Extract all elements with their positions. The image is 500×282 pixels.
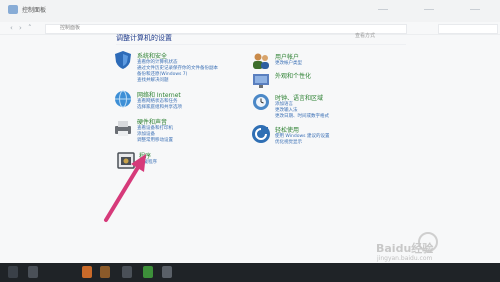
link-system-3[interactable]: 查找并解决问题 xyxy=(137,77,169,83)
taskbar-app-icon-3[interactable] xyxy=(122,266,132,278)
shield-icon xyxy=(115,51,131,69)
watermark-url: jingyan.baidu.com xyxy=(377,255,433,262)
maximize-button[interactable] xyxy=(406,2,452,18)
view-by-selector[interactable]: 查看方式 xyxy=(355,32,375,39)
clock-globe-icon xyxy=(253,94,269,110)
close-button[interactable] xyxy=(452,2,498,18)
control-panel-app-icon xyxy=(8,5,18,14)
address-bar[interactable] xyxy=(45,24,407,34)
link-accounts-0[interactable]: 更改帐户类型 xyxy=(275,60,302,66)
taskbar-search-icon[interactable] xyxy=(28,266,38,278)
users-icon xyxy=(253,53,269,69)
printer-icon xyxy=(115,121,131,136)
link-hardware-2[interactable]: 调整常用移动设置 xyxy=(137,137,173,143)
link-ease-1[interactable]: 优化视觉显示 xyxy=(275,139,302,145)
taskbar xyxy=(0,263,500,282)
nav-arrows-icon[interactable]: ‹ › ˄ xyxy=(10,24,34,32)
category-appearance[interactable] xyxy=(251,70,271,94)
taskbar-app-icon-4[interactable] xyxy=(143,266,153,278)
address-text: 控制面板 xyxy=(60,25,81,31)
category-hardware[interactable] xyxy=(113,118,133,142)
category-title-appearance[interactable]: 外观和个性化 xyxy=(275,71,311,80)
page-title: 调整计算机的设置 xyxy=(116,34,172,42)
heading-divider xyxy=(116,44,406,45)
link-clock-2[interactable]: 更改日期、时间或数字格式 xyxy=(275,113,329,119)
minimize-button[interactable] xyxy=(360,2,406,18)
ease-icon xyxy=(252,125,270,143)
start-button[interactable] xyxy=(8,266,18,278)
category-ease[interactable] xyxy=(251,124,271,148)
taskbar-app-icon-1[interactable] xyxy=(82,266,92,278)
category-system-security[interactable] xyxy=(113,50,133,74)
window-title: 控制面板 xyxy=(22,7,47,14)
annotation-arrow-icon xyxy=(104,154,146,222)
watermark-text: Baidu经验 xyxy=(376,242,434,255)
globe-icon xyxy=(115,90,131,108)
category-clock[interactable] xyxy=(251,92,271,116)
taskbar-app-icon-5[interactable] xyxy=(162,266,172,278)
appearance-icon xyxy=(253,74,269,88)
category-network[interactable] xyxy=(113,89,133,113)
link-network-1[interactable]: 选择家庭组和共享选项 xyxy=(137,104,182,110)
search-input[interactable] xyxy=(438,24,498,34)
taskbar-app-icon-2[interactable] xyxy=(100,266,110,278)
